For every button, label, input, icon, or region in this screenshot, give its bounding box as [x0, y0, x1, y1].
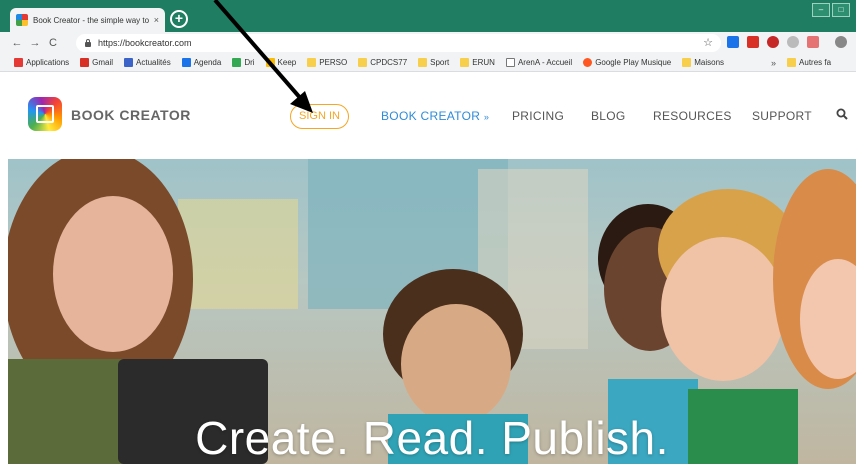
- keep-icon: [265, 58, 275, 67]
- minimize-button[interactable]: –: [812, 3, 830, 17]
- bookmark-star-icon[interactable]: ☆: [703, 36, 713, 49]
- nav-pricing[interactable]: PRICING: [512, 109, 564, 123]
- chevron-down-icon: »: [483, 112, 490, 122]
- reload-button[interactable]: C: [44, 37, 62, 49]
- bookmark-item[interactable]: Applications: [14, 58, 69, 67]
- bookmark-item[interactable]: ArenA - Accueil: [505, 58, 572, 67]
- extension-blue-icon[interactable]: [727, 36, 739, 48]
- browser-tab[interactable]: Book Creator - the simple way to ×: [10, 8, 165, 32]
- bookmark-folder[interactable]: CPDCS77: [358, 58, 407, 67]
- nav-blog[interactable]: BLOG: [591, 109, 626, 123]
- hero-banner: Create. Read. Publish.: [8, 159, 856, 464]
- nav-support[interactable]: SUPPORT: [752, 109, 812, 123]
- hero-headline: Create. Read. Publish.: [195, 412, 669, 464]
- gmail-extension-icon[interactable]: [747, 36, 759, 48]
- folder-icon: [418, 58, 428, 67]
- bookmarks-more-button[interactable]: »: [771, 58, 776, 68]
- book-creator-logo-icon[interactable]: [28, 97, 62, 131]
- close-tab-icon[interactable]: ×: [154, 15, 159, 25]
- boy-face: [401, 304, 511, 424]
- apps-grid-icon: [14, 58, 23, 67]
- folder-icon: [682, 58, 692, 67]
- folder-icon: [460, 58, 470, 67]
- pdf-extension-icon[interactable]: [807, 36, 819, 48]
- background-poster: [178, 199, 298, 309]
- gmail-icon: [80, 58, 90, 67]
- bookmark-folder[interactable]: ERUN: [460, 58, 495, 67]
- logo-text[interactable]: BOOK CREATOR: [71, 107, 191, 123]
- extension-grey-icon[interactable]: [787, 36, 799, 48]
- url-text: https://bookcreator.com: [98, 38, 192, 48]
- profile-avatar-icon[interactable]: [835, 36, 847, 48]
- nav-resources[interactable]: RESOURCES: [653, 109, 732, 123]
- page-icon: [505, 58, 515, 67]
- back-button[interactable]: ←: [8, 37, 26, 49]
- teacher-face: [53, 196, 173, 352]
- bookmark-folder[interactable]: Maisons: [682, 58, 724, 67]
- nav-book-creator-label: BOOK CREATOR: [381, 109, 481, 123]
- adblock-extension-icon[interactable]: [767, 36, 779, 48]
- maximize-button[interactable]: □: [832, 3, 850, 17]
- bookmark-item[interactable]: Agenda: [181, 58, 221, 67]
- drive-icon: [232, 58, 242, 67]
- news-icon: [124, 58, 134, 67]
- bookmarks-bar: Applications Gmail Actualités Agenda Dri…: [0, 54, 856, 72]
- address-bar[interactable]: https://bookcreator.com ☆: [76, 34, 721, 52]
- search-icon[interactable]: [836, 108, 848, 120]
- blonde-boy-face: [661, 237, 785, 381]
- bookmark-item[interactable]: Google Play Musique: [583, 58, 671, 67]
- sign-in-button[interactable]: SIGN IN: [290, 104, 349, 129]
- book-creator-favicon-icon: [16, 14, 28, 26]
- bookmark-item[interactable]: Dri: [232, 58, 255, 67]
- folder-icon: [358, 58, 368, 67]
- folder-icon: [307, 58, 317, 67]
- bookmark-item[interactable]: Gmail: [80, 58, 113, 67]
- bookmark-folder[interactable]: Sport: [418, 58, 449, 67]
- browser-titlebar: Book Creator - the simple way to × + – □: [0, 0, 856, 32]
- lock-icon: [84, 39, 92, 47]
- new-tab-button[interactable]: +: [170, 10, 188, 28]
- other-bookmarks-folder[interactable]: Autres fa: [787, 58, 831, 67]
- forward-button[interactable]: →: [26, 37, 44, 49]
- window-controls: – □: [812, 3, 850, 17]
- bookmark-item[interactable]: Keep: [265, 58, 296, 67]
- play-music-icon: [583, 58, 593, 67]
- calendar-icon: [181, 58, 191, 67]
- browser-toolbar: ← → C https://bookcreator.com ☆: [0, 32, 856, 54]
- folder-icon: [787, 58, 797, 67]
- tab-title: Book Creator - the simple way to: [33, 15, 149, 25]
- bookmark-item[interactable]: Actualités: [124, 58, 171, 67]
- extension-icons: [727, 36, 847, 48]
- bookmark-folder[interactable]: PERSO: [307, 58, 347, 67]
- site-header: BOOK CREATOR SIGN IN BOOK CREATOR » PRIC…: [0, 72, 856, 159]
- logo-book-shape: [36, 105, 54, 123]
- nav-book-creator[interactable]: BOOK CREATOR »: [381, 109, 489, 123]
